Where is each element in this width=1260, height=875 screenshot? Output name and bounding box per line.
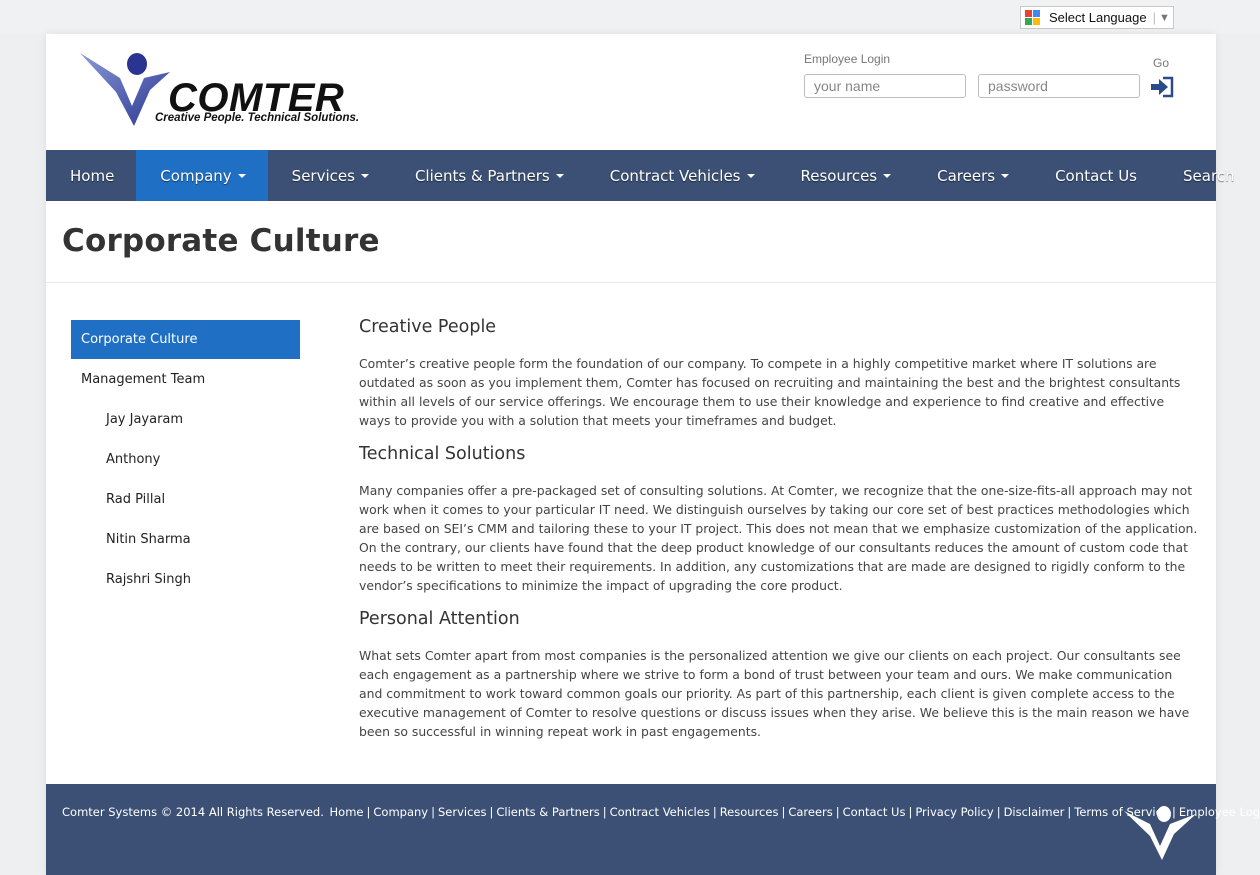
caret-down-icon <box>1001 173 1010 178</box>
footer-divider: | <box>431 805 435 819</box>
nav-item-label: Clients & Partners <box>414 166 550 185</box>
nav-item-label: Contract Vehicles <box>609 166 741 185</box>
footer-link-contact-us[interactable]: Contact Us <box>843 805 906 819</box>
section-body: Comter’s creative people form the founda… <box>359 356 1181 428</box>
section-heading: Personal Attention <box>359 609 520 629</box>
nav-item-contact-us[interactable]: Contact Us <box>1031 150 1159 201</box>
caret-down-icon <box>883 173 892 178</box>
sidebar-item-rajshri-singh[interactable]: Rajshri Singh <box>71 560 300 599</box>
nav-item-search[interactable]: Search <box>1159 150 1257 201</box>
footer-link-company[interactable]: Company <box>373 805 428 819</box>
footer-divider: | <box>712 805 717 819</box>
language-selector-label: Select Language <box>1049 10 1147 25</box>
copyright-text: Comter Systems © 2014 All Rights Reserve… <box>62 805 324 819</box>
footer-link-careers[interactable]: Careers <box>788 805 832 819</box>
nav-item-company[interactable]: Company <box>136 150 268 201</box>
footer-divider: | <box>1067 805 1072 819</box>
nav-item-label: Services <box>291 166 355 185</box>
header: COMTER Creative People. Technical Soluti… <box>46 34 1216 150</box>
footer-link-resources[interactable]: Resources <box>720 805 779 819</box>
footer-divider: | <box>489 805 494 819</box>
sidebar: Corporate Culture Management Team Jay Jaya… <box>71 320 300 600</box>
footer-divider: | <box>908 805 913 819</box>
comter-v-logo-icon <box>1124 806 1196 860</box>
section-body: Many companies offer a pre-packaged set … <box>359 483 1198 593</box>
nav-item-resources[interactable]: Resources <box>777 150 914 201</box>
page-title: Corporate Culture <box>62 223 380 259</box>
password-input[interactable] <box>978 74 1140 98</box>
footer-link-privacy-policy[interactable]: Privacy Policy <box>915 805 993 819</box>
nav-item-contract-vehicles[interactable]: Contract Vehicles <box>586 150 777 201</box>
footer-link-disclaimer[interactable]: Disclaimer <box>1004 805 1065 819</box>
sidebar-item-management-team[interactable]: Management Team <box>71 360 300 399</box>
employee-login: Employee Login Go <box>803 50 1183 120</box>
sidebar-item-anthony[interactable]: Anthony <box>71 440 300 479</box>
section-body: What sets Comter apart from most compani… <box>359 648 1190 739</box>
nav-item-services[interactable]: Services <box>268 150 391 201</box>
username-input[interactable] <box>804 74 966 98</box>
employee-login-label: Employee Login <box>804 52 891 66</box>
page-container: COMTER Creative People. Technical Soluti… <box>46 34 1260 875</box>
footer-divider: | <box>996 805 1001 819</box>
sidebar-item-jay-jayaram[interactable]: Jay Jayaram <box>71 400 300 439</box>
nav-item-label: Contact Us <box>1055 166 1137 185</box>
logo-tagline: Creative People. Technical Solutions. <box>155 112 360 124</box>
main-nav: Home Company Services Clients & Partners Con… <box>46 150 1235 201</box>
footer: Comter Systems © 2014 All Rights Reserve… <box>46 784 1260 875</box>
footer-link-services[interactable]: Services <box>438 805 487 819</box>
sidebar-item-nitin-sharma[interactable]: Nitin Sharma <box>71 520 300 559</box>
login-arrow-icon[interactable] <box>1149 76 1175 98</box>
chevron-down-icon: ▼ <box>1158 11 1170 24</box>
nav-item-label: Company <box>160 166 232 185</box>
logo[interactable]: COMTER Creative People. Technical Soluti… <box>80 50 360 130</box>
title-area: Corporate Culture <box>46 201 1216 283</box>
language-selector[interactable]: Select Language | ▼ <box>1020 6 1174 29</box>
nav-item-label: Resources <box>800 166 878 185</box>
nav-item-clients-partners[interactable]: Clients & Partners <box>391 150 586 201</box>
section-heading: Creative People <box>359 317 497 337</box>
section-personal-attention: Personal Attention What sets Comter apar… <box>359 608 1199 753</box>
section-creative-people: Creative People Comter’s creative people… <box>359 316 1199 442</box>
sidebar-item-corporate-culture[interactable]: Corporate Culture <box>71 320 300 359</box>
footer-divider: | <box>366 805 371 819</box>
go-label: Go <box>1153 56 1170 70</box>
nav-item-label: Home <box>70 166 115 185</box>
divider: | <box>1152 10 1156 25</box>
section-technical-solutions: Technical Solutions Many companies offer… <box>359 443 1199 607</box>
nav-item-label: Careers <box>937 166 996 185</box>
caret-down-icon <box>237 173 246 178</box>
footer-links: Comter Systems © 2014 All Rights Reserve… <box>62 805 1260 819</box>
nav-item-careers[interactable]: Careers <box>913 150 1031 201</box>
section-heading: Technical Solutions <box>359 444 526 464</box>
google-translate-icon <box>1025 9 1043 26</box>
nav-item-label: Search <box>1183 166 1235 185</box>
caret-down-icon <box>746 173 755 178</box>
footer-link-clients-partners[interactable]: Clients & Partners <box>496 805 599 819</box>
caret-down-icon <box>555 173 564 178</box>
footer-divider: | <box>781 805 786 819</box>
footer-divider: | <box>602 805 607 819</box>
footer-link-home[interactable]: Home <box>330 805 364 819</box>
sidebar-item-rad-pillal[interactable]: Rad Pillal <box>71 480 300 519</box>
footer-link-contract-vehicles[interactable]: Contract Vehicles <box>610 805 710 819</box>
top-bar: Select Language | ▼ <box>0 0 1260 34</box>
footer-divider: | <box>835 805 840 819</box>
nav-item-home[interactable]: Home <box>46 150 136 201</box>
caret-down-icon <box>360 173 369 178</box>
